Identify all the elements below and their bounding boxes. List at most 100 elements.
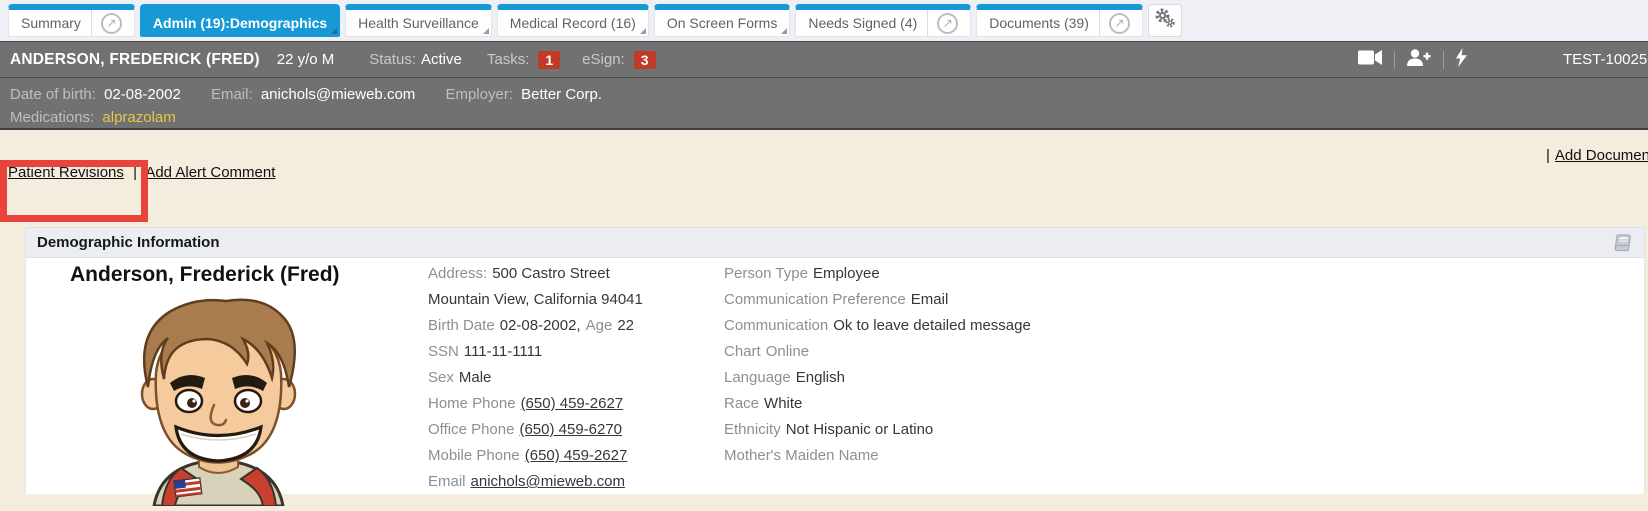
field-value: Mountain View, California 94041 — [428, 291, 643, 308]
field-value: English — [796, 369, 845, 386]
tab-label: Documents (39) — [989, 15, 1089, 31]
field-value: Not Hispanic or Latino — [786, 421, 934, 438]
field-label: Home Phone — [428, 395, 516, 412]
email-link[interactable]: anichols@mieweb.com — [471, 473, 625, 490]
external-link-arrow-icon: ↗ — [1109, 13, 1130, 34]
tab-documents[interactable]: Documents (39) ↗ — [976, 4, 1143, 37]
field-label: Communication Preference — [724, 291, 906, 308]
esign-label: eSign: — [582, 51, 625, 68]
field-label: Chart — [724, 343, 761, 360]
add-alert-comment-link[interactable]: Add Alert Comment — [145, 164, 275, 181]
field-value: Employee — [813, 265, 880, 282]
patient-name: ANDERSON, FREDERICK (FRED) — [10, 51, 260, 69]
field-label: Office Phone — [428, 421, 514, 438]
field-label: Mobile Phone — [428, 447, 520, 464]
field-value: Male — [459, 369, 492, 386]
person-add-icon[interactable] — [1407, 49, 1431, 70]
book-icon[interactable] — [1612, 234, 1631, 256]
main-content: | Add Document Patient Revisions | Add Al… — [0, 130, 1648, 493]
field-value: 22 — [617, 317, 634, 334]
tasks-count-badge[interactable]: 1 — [538, 51, 560, 69]
panel-body: Anderson, Frederick (Fred) — [25, 258, 1645, 494]
status-label: Status: — [369, 51, 416, 68]
separator: | — [1546, 147, 1550, 164]
tab-summary[interactable]: Summary ↗ — [8, 4, 135, 37]
settings-button[interactable] — [1148, 4, 1182, 37]
panel-header: Demographic Information — [25, 227, 1645, 258]
patient-photo[interactable] — [126, 291, 311, 511]
lightning-bolt-icon[interactable] — [1456, 48, 1467, 71]
separator: | — [133, 164, 137, 181]
external-link-icon[interactable]: ↗ — [1099, 10, 1130, 36]
tab-admin-demographics[interactable]: Admin (19):Demographics — [140, 4, 340, 37]
tab-label: Medical Record (16) — [510, 15, 636, 31]
field-address: Address: 500 Castro Street — [428, 261, 643, 287]
tab-label: On Screen Forms — [667, 15, 777, 31]
status-value: Active — [421, 51, 462, 68]
field-office-phone: Office Phone (650) 459-6270 — [428, 417, 643, 443]
field-email: Email anichols@mieweb.com — [428, 469, 643, 495]
field-person-type: Person Type Employee — [724, 261, 1031, 287]
medications-label: Medications: — [10, 109, 94, 126]
field-mothers-maiden-name: Mother's Maiden Name — [724, 443, 1031, 469]
tab-label: Health Surveillance — [358, 15, 479, 31]
field-home-phone: Home Phone (650) 459-2627 — [428, 391, 643, 417]
field-communication: CommunicationOk to leave detailed messag… — [724, 313, 1031, 339]
dob-label: Date of birth: — [10, 86, 96, 103]
patient-bar-icons — [1358, 42, 1467, 77]
field-label: Person Type — [724, 265, 808, 282]
demographics-right-column: Person Type Employee Communication Prefer… — [724, 261, 1031, 469]
info-line-1: Date of birth: 02-08-2002 Email: anichol… — [10, 83, 1638, 106]
mobile-phone-link[interactable]: (650) 459-2627 — [525, 447, 628, 464]
field-chart: ChartOnline — [724, 339, 1031, 365]
field-label: Birth Date — [428, 317, 495, 334]
field-label: Communication — [724, 317, 828, 334]
email-value: anichols@mieweb.com — [261, 86, 415, 103]
field-value: Email — [911, 291, 949, 308]
office-phone-link[interactable]: (650) 459-6270 — [519, 421, 622, 438]
field-label: SSN — [428, 343, 459, 360]
tab-bar: Summary ↗ Admin (19):Demographics Health… — [0, 0, 1648, 41]
employer-value: Better Corp. — [521, 86, 602, 103]
external-link-icon[interactable]: ↗ — [927, 10, 958, 36]
tab-needs-signed[interactable]: Needs Signed (4) ↗ — [795, 4, 971, 37]
home-phone-link[interactable]: (650) 459-2627 — [521, 395, 624, 412]
patient-revisions-link[interactable]: Patient Revisions — [8, 164, 124, 181]
patient-header-bar: ANDERSON, FREDERICK (FRED) 22 y/o M Stat… — [0, 41, 1648, 78]
medications-value[interactable]: alprazolam — [102, 109, 175, 126]
tab-label: Needs Signed (4) — [808, 15, 917, 31]
field-sex: SexMale — [428, 365, 643, 391]
external-link-icon[interactable]: ↗ — [91, 10, 122, 36]
tab-medical-record[interactable]: Medical Record (16) — [497, 4, 649, 37]
gears-icon — [1154, 7, 1176, 34]
tab-label: Summary — [21, 15, 81, 31]
field-label: Mother's Maiden Name — [724, 447, 879, 464]
esign-count-badge[interactable]: 3 — [634, 51, 656, 69]
field-label: Race — [724, 395, 759, 412]
external-link-arrow-icon: ↗ — [937, 13, 958, 34]
email-label: Email: — [211, 86, 253, 103]
info-line-2: Medications: alprazolam — [10, 106, 1638, 129]
field-ethnicity: Ethnicity Not Hispanic or Latino — [724, 417, 1031, 443]
employer-label: Employer: — [445, 86, 513, 103]
field-value: White — [764, 395, 802, 412]
patient-display-name: Anderson, Frederick (Fred) — [70, 263, 340, 287]
field-address-line2: Mountain View, California 94041 — [428, 287, 643, 313]
field-mobile-phone: Mobile Phone (650) 459-2627 — [428, 443, 643, 469]
dob-value: 02-08-2002 — [104, 86, 181, 103]
field-birth-date: Birth Date02-08-2002,Age22 — [428, 313, 643, 339]
tasks-label: Tasks: — [487, 51, 530, 68]
field-race: Race White — [724, 391, 1031, 417]
tab-label: Admin (19):Demographics — [153, 15, 327, 31]
chart-actions-row: Patient Revisions | Add Alert Comment — [8, 164, 275, 181]
field-value: 500 Castro Street — [492, 265, 610, 282]
divider — [1443, 51, 1444, 69]
video-camera-icon[interactable] — [1358, 50, 1382, 69]
field-label: Email — [428, 473, 466, 490]
field-label: Ethnicity — [724, 421, 781, 438]
field-value: 02-08-2002, — [500, 317, 581, 334]
add-document-link[interactable]: Add Document — [1555, 147, 1648, 164]
tab-on-screen-forms[interactable]: On Screen Forms — [654, 4, 790, 37]
tab-health-surveillance[interactable]: Health Surveillance — [345, 4, 492, 37]
field-label: Address: — [428, 265, 487, 282]
